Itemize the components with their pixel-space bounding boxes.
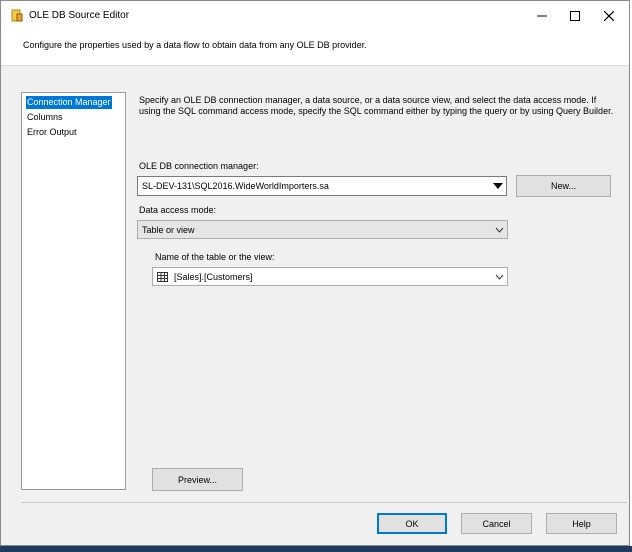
- close-icon: [604, 11, 614, 21]
- sidebar-nav: Connection Manager Columns Error Output: [21, 92, 126, 490]
- table-view-label: Name of the table or the view:: [155, 252, 275, 262]
- taskbar-strip: [0, 546, 632, 552]
- dialog-window: OLE DB Source Editor Configure the prope…: [0, 0, 630, 546]
- app-icon: [11, 9, 23, 22]
- cancel-button-label: Cancel: [482, 518, 511, 529]
- cancel-button[interactable]: Cancel: [461, 513, 532, 534]
- access-mode-label: Data access mode:: [139, 205, 217, 215]
- sidebar-item-columns[interactable]: Columns: [26, 111, 64, 124]
- close-button[interactable]: [592, 1, 626, 31]
- minimize-icon: [537, 15, 547, 17]
- access-mode-select[interactable]: Table or view: [137, 220, 508, 239]
- table-view-select[interactable]: [Sales].[Customers]: [152, 267, 508, 286]
- ok-button[interactable]: OK: [377, 513, 447, 534]
- new-button-label: New...: [550, 181, 576, 191]
- header-description: Configure the properties used by a data …: [23, 40, 367, 50]
- connection-manager-label: OLE DB connection manager:: [139, 161, 259, 171]
- header-panel: Configure the properties used by a data …: [1, 31, 629, 66]
- help-button-label: Help: [572, 518, 591, 529]
- chevron-down-icon[interactable]: [490, 177, 506, 195]
- page-description: Specify an OLE DB connection manager, a …: [139, 95, 614, 116]
- preview-button[interactable]: Preview...: [152, 468, 243, 491]
- access-mode-value: Table or view: [142, 225, 195, 235]
- maximize-button[interactable]: [558, 1, 592, 31]
- table-view-value: [Sales].[Customers]: [174, 272, 253, 282]
- preview-button-label: Preview...: [177, 474, 217, 485]
- connection-manager-select[interactable]: SL-DEV-131\SQL2016.WideWorldImporters.sa: [137, 176, 507, 196]
- maximize-icon: [570, 11, 580, 21]
- sidebar-item-connection-manager[interactable]: Connection Manager: [26, 96, 112, 109]
- chevron-down-icon[interactable]: [491, 221, 507, 238]
- title-bar[interactable]: OLE DB Source Editor: [1, 1, 629, 31]
- table-icon: [157, 272, 168, 284]
- new-connection-button[interactable]: New...: [516, 175, 611, 197]
- window-title: OLE DB Source Editor: [29, 10, 130, 21]
- ok-button-label: OK: [405, 518, 419, 529]
- minimize-button[interactable]: [525, 1, 559, 31]
- chevron-down-icon[interactable]: [491, 268, 507, 285]
- sidebar-item-error-output[interactable]: Error Output: [26, 126, 78, 139]
- help-button[interactable]: Help: [546, 513, 617, 534]
- connection-manager-value: SL-DEV-131\SQL2016.WideWorldImporters.sa: [142, 181, 329, 191]
- footer-divider: [21, 502, 627, 503]
